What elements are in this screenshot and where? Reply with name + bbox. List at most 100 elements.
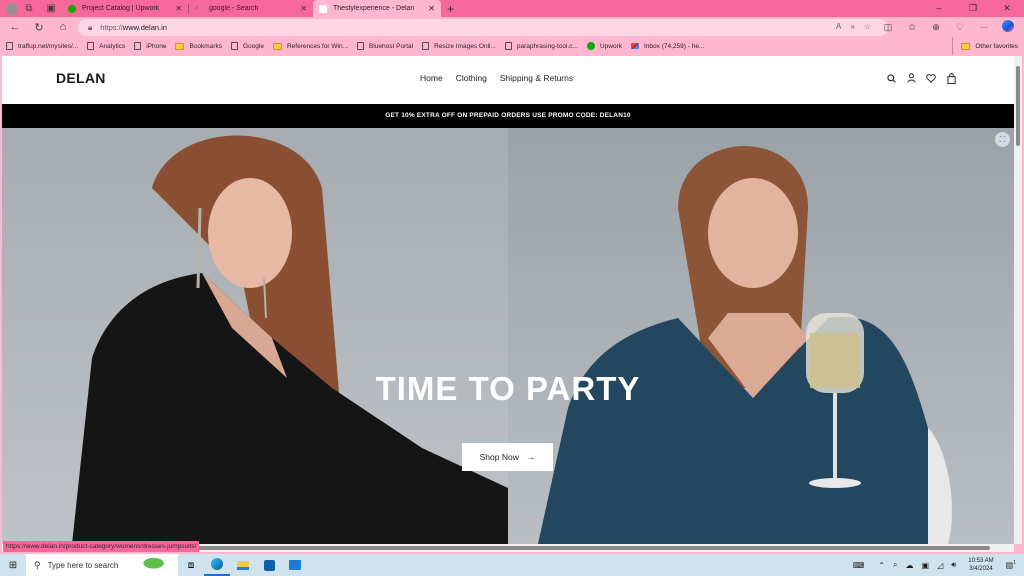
- tab-title: Project Catalog | Upwork: [82, 5, 160, 12]
- favorites-icon[interactable]: ✩: [900, 22, 924, 33]
- windows-taskbar: ⊞ ⚲ Type here to search ⧈ ⌨ ⌃ ⌕ ☁ ▣ ◿ 🔊︎…: [0, 554, 1024, 576]
- page-icon: [422, 42, 430, 50]
- restore-button[interactable]: ❐: [956, 0, 990, 17]
- wishlist-heart-icon[interactable]: [926, 72, 936, 84]
- collections-icon[interactable]: ⊕: [924, 22, 948, 33]
- shop-now-button[interactable]: Shop Now →: [462, 443, 553, 471]
- tab-title: google - Search: [209, 5, 259, 12]
- site-logo[interactable]: DELAN: [56, 70, 106, 86]
- search-icon[interactable]: [886, 72, 896, 84]
- favorite-traffup[interactable]: traffup.net/mysites/...: [6, 42, 78, 50]
- address-actions: A»☆: [836, 22, 880, 31]
- favorite-label: Resize Images Onli...: [434, 42, 496, 50]
- favorite-bluehost[interactable]: Bluehost Portal: [357, 42, 413, 50]
- search-highlight-image: [140, 556, 174, 574]
- hero-title: TIME TO PARTY: [375, 370, 641, 407]
- favorite-label: Inbox (74,259) - he...: [644, 42, 705, 50]
- split-screen-icon[interactable]: ◫: [876, 22, 900, 33]
- favorite-iphone[interactable]: iPhone: [134, 42, 166, 50]
- meet-now-icon[interactable]: ⌕: [893, 560, 897, 570]
- onedrive-icon[interactable]: ☁: [906, 561, 914, 570]
- close-tab-icon[interactable]: ✕: [175, 4, 182, 13]
- folder-icon: [272, 42, 282, 50]
- browser-toolbar: ← ↻ ⌂ 🔒︎ https://www.delan.in A»☆ ◫ ✩ ⊕ …: [0, 17, 1024, 37]
- vertical-scrollbar[interactable]: [1014, 56, 1022, 544]
- favorite-analytics[interactable]: Analytics: [87, 42, 125, 50]
- cart-bag-icon[interactable]: [946, 72, 956, 84]
- folder-icon: [961, 42, 971, 50]
- new-tab-button[interactable]: +: [441, 2, 460, 16]
- favorite-references-folder[interactable]: References for Win...: [272, 42, 348, 50]
- main-menu: Home Clothing Shipping & Returns: [420, 73, 573, 83]
- favorite-resize-images[interactable]: Resize Images Onli...: [422, 42, 496, 50]
- screen-record-icon[interactable]: ▣: [922, 561, 930, 570]
- search-icon: ⚲: [34, 559, 41, 570]
- favorite-gmail-inbox[interactable]: Inbox (74,259) - he...: [631, 43, 704, 50]
- favorite-google[interactable]: Google: [231, 42, 264, 50]
- system-tray: ⌨ ⌃ ⌕ ☁ ▣ ◿ 🔊︎ 10:53 AM 3/4/2024 ▤1: [849, 554, 1024, 576]
- extensions-icon[interactable]: ♡: [948, 22, 972, 33]
- tab-actions-icon[interactable]: ▣: [40, 0, 62, 17]
- favorite-bookmarks-folder[interactable]: Bookmarks: [175, 42, 222, 50]
- menu-item-shipping-returns[interactable]: Shipping & Returns: [500, 73, 573, 83]
- favorite-upwork[interactable]: Upwork: [586, 42, 622, 50]
- show-hidden-icons-chevron[interactable]: ⌃: [878, 561, 885, 570]
- workspaces-icon[interactable]: ⧉: [18, 0, 40, 17]
- edge-browser-icon[interactable]: [204, 554, 230, 576]
- gmail-icon: [631, 43, 640, 49]
- tab-google-search[interactable]: ⌕ google - Search ✕: [189, 0, 313, 17]
- clock-time: 10:53 AM: [968, 558, 994, 564]
- profile-avatar[interactable]: [6, 2, 18, 15]
- clock-date: 3/4/2024: [969, 566, 993, 572]
- account-icon[interactable]: [906, 72, 916, 84]
- page-icon: [504, 42, 512, 50]
- close-window-button[interactable]: ✕: [990, 0, 1024, 17]
- volume-icon[interactable]: 🔊︎: [951, 560, 956, 570]
- favorites-bar: traffup.net/mysites/... Analytics iPhone…: [0, 37, 1024, 55]
- page-icon: [87, 42, 95, 50]
- other-favorites[interactable]: Other favorites: [952, 37, 1018, 55]
- home-button[interactable]: ⌂: [51, 21, 75, 33]
- back-button[interactable]: ←: [3, 21, 27, 33]
- hero-image-left: [2, 128, 508, 544]
- upwork-icon: [68, 4, 76, 13]
- hero-banner: TIME TO PARTY Shop Now → ⛶: [2, 128, 1014, 544]
- mail-icon[interactable]: [282, 554, 308, 576]
- tab-delan[interactable]: Thestylexperience - Delan ✕: [313, 0, 441, 17]
- lock-icon[interactable]: 🔒︎: [88, 23, 92, 33]
- more-menu-icon[interactable]: ···: [972, 22, 996, 32]
- touch-keyboard-icon[interactable]: ⌨: [853, 561, 865, 570]
- taskbar-search-input[interactable]: ⚲ Type here to search: [26, 554, 178, 576]
- hero-image-right: [508, 128, 1014, 544]
- window-controls: – ❐ ✕: [922, 0, 1024, 17]
- favorite-label: traffup.net/mysites/...: [18, 42, 79, 50]
- refresh-button[interactable]: ↻: [27, 21, 51, 34]
- menu-item-home[interactable]: Home: [420, 73, 443, 83]
- copilot-icon[interactable]: [996, 20, 1020, 34]
- page-viewport: DELAN Home Clothing Shipping & Returns G…: [2, 56, 1014, 544]
- visual-search-icon[interactable]: ⛶: [995, 132, 1010, 147]
- site-header: DELAN Home Clothing Shipping & Returns: [2, 56, 1014, 104]
- menu-item-clothing[interactable]: Clothing: [456, 73, 487, 83]
- scrollbar-thumb[interactable]: [1016, 66, 1020, 146]
- page-icon: [357, 42, 365, 50]
- favorite-label: Analytics: [99, 42, 126, 50]
- microsoft-store-icon[interactable]: [256, 554, 282, 576]
- favorite-label: Bookmarks: [189, 42, 222, 50]
- minimize-button[interactable]: –: [922, 0, 956, 17]
- address-bar[interactable]: 🔒︎ https://www.delan.in A»☆: [78, 19, 888, 36]
- shop-now-label: Shop Now: [479, 452, 519, 462]
- notifications-icon[interactable]: ▤1: [1006, 560, 1016, 570]
- file-explorer-icon[interactable]: [230, 554, 256, 576]
- task-view-icon[interactable]: ⧈: [178, 554, 204, 576]
- windows-start-icon[interactable]: ⊞: [0, 560, 26, 571]
- tab-upwork[interactable]: Project Catalog | Upwork ✕: [62, 0, 188, 17]
- network-wifi-icon[interactable]: ◿: [937, 561, 943, 570]
- favorite-label: Bluehost Portal: [369, 42, 414, 50]
- read-aloud-icon[interactable]: A»: [836, 22, 864, 31]
- favorite-paraphrasing[interactable]: paraphrasing-tool.c...: [504, 42, 578, 50]
- close-tab-icon[interactable]: ✕: [300, 4, 307, 13]
- taskbar-clock[interactable]: 10:53 AM 3/4/2024: [968, 557, 993, 573]
- close-tab-icon[interactable]: ✕: [428, 4, 435, 13]
- search-placeholder: Type here to search: [47, 560, 119, 570]
